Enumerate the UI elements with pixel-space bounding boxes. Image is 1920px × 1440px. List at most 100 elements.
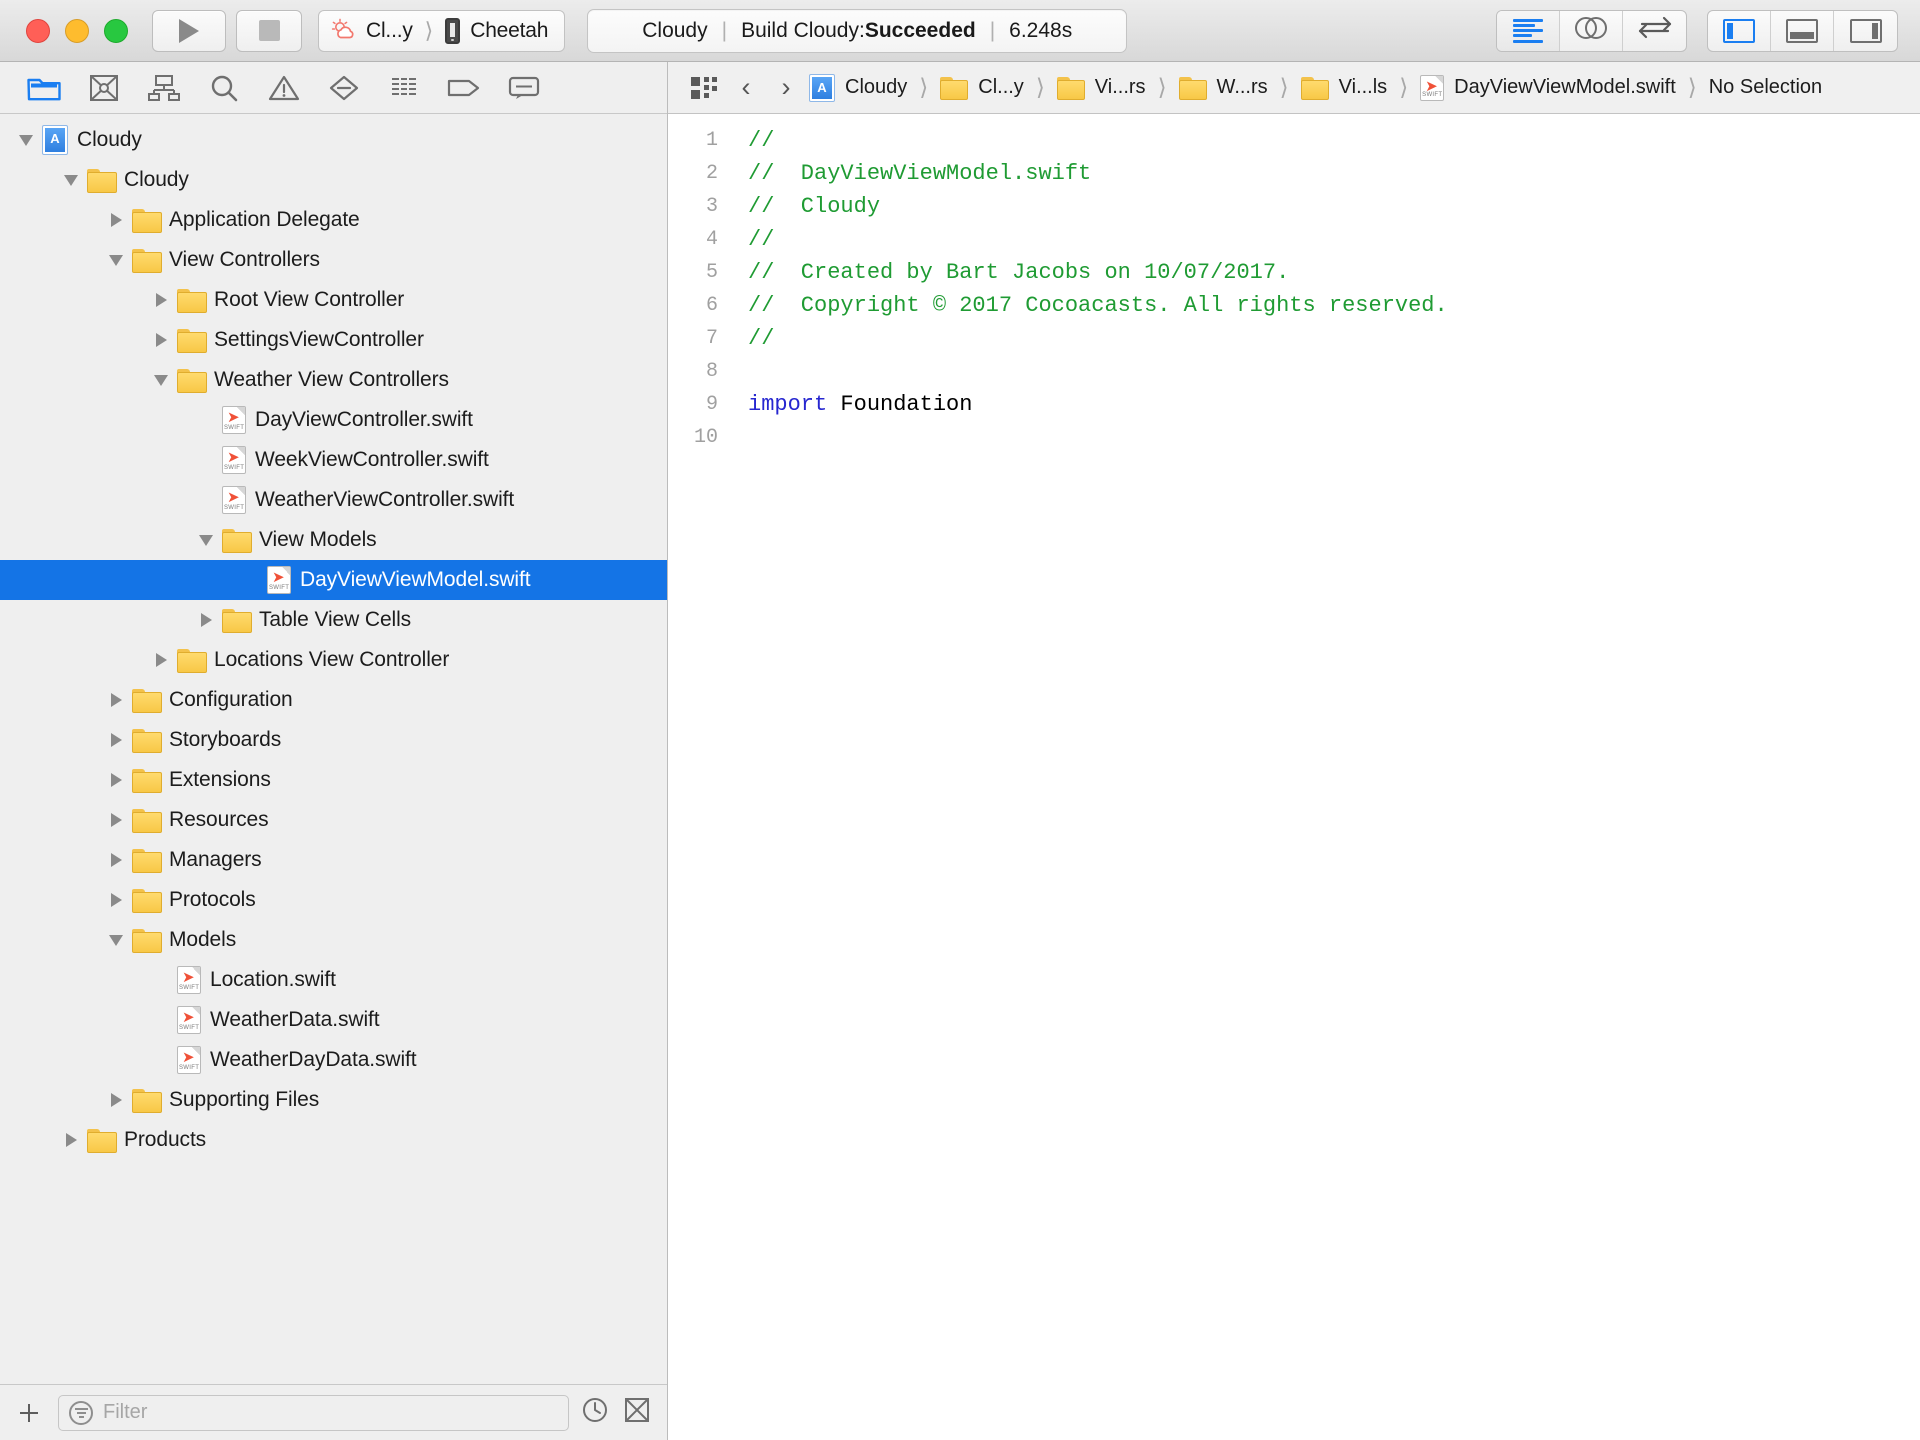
disclosure-triangle-closed-icon[interactable]: [194, 600, 218, 640]
tree-row[interactable]: Managers: [0, 840, 667, 880]
tree-row[interactable]: ➤ SWIFT WeekViewController.swift: [0, 440, 667, 480]
disclosure-triangle-closed-icon[interactable]: [149, 320, 173, 360]
tree-row[interactable]: Supporting Files: [0, 1080, 667, 1120]
disclosure-triangle-open-icon[interactable]: [59, 160, 83, 200]
tree-row[interactable]: Root View Controller: [0, 280, 667, 320]
tree-row[interactable]: Storyboards: [0, 720, 667, 760]
tree-row[interactable]: Locations View Controller: [0, 640, 667, 680]
debug-navigator-tab[interactable]: [374, 68, 434, 108]
disclosure-triangle-closed-icon[interactable]: [104, 880, 128, 920]
project-navigator-tab[interactable]: [14, 68, 74, 108]
tree-row[interactable]: Table View Cells: [0, 600, 667, 640]
tree-row[interactable]: Application Delegate: [0, 200, 667, 240]
tree-row[interactable]: Protocols: [0, 880, 667, 920]
assistant-editor-button[interactable]: [1560, 10, 1623, 51]
tree-row[interactable]: Cloudy: [0, 120, 667, 160]
disclosure-triangle-closed-icon[interactable]: [104, 840, 128, 880]
breadcrumb-item[interactable]: Cl...y: [937, 76, 1027, 100]
breadcrumb-item[interactable]: No Selection: [1706, 76, 1825, 99]
standard-editor-button[interactable]: [1497, 10, 1560, 51]
breadcrumb-item[interactable]: Cloudy: [806, 73, 910, 102]
breadcrumb-label: DayViewViewModel.swift: [1454, 76, 1676, 98]
report-navigator-tab[interactable]: [494, 68, 554, 108]
disclosure-triangle-open-icon[interactable]: [149, 360, 173, 400]
disclosure-triangle-closed-icon[interactable]: [104, 1080, 128, 1120]
breadcrumb-item[interactable]: Vi...rs: [1054, 76, 1149, 100]
recent-files-icon[interactable]: [581, 1396, 609, 1429]
test-navigator-tab[interactable]: [314, 68, 374, 108]
breadcrumb-item[interactable]: W...rs: [1176, 76, 1271, 100]
folder-icon: [177, 649, 207, 673]
tree-row[interactable]: Products: [0, 1120, 667, 1160]
code-content[interactable]: // // DayViewViewModel.swift // Cloudy // //…: [730, 124, 1920, 1440]
tree-row-selected[interactable]: ➤ SWIFT DayViewViewModel.swift: [0, 560, 667, 600]
tree-row-label: Application Delegate: [169, 208, 360, 231]
minimize-button[interactable]: [65, 18, 89, 43]
navigator-toggle-button[interactable]: [1708, 10, 1771, 51]
tree-row[interactable]: Extensions: [0, 760, 667, 800]
disclosure-triangle-closed-icon[interactable]: [104, 760, 128, 800]
source-control-status-icon[interactable]: [623, 1396, 651, 1429]
disclosure-triangle-open-icon[interactable]: [104, 920, 128, 960]
breadcrumb[interactable]: Cloudy ⟩ Cl...y ⟩ Vi...rs ⟩ W...rs ⟩ Vi...ls ⟩ ➤SW…: [806, 73, 1825, 102]
related-items-icon[interactable]: [682, 74, 726, 102]
disclosure-triangle-open-icon[interactable]: [14, 120, 38, 160]
disclosure-triangle-open-icon[interactable]: [194, 520, 218, 560]
tree-row-label: WeekViewController.swift: [255, 448, 489, 471]
debug-toggle-button[interactable]: [1771, 10, 1834, 51]
disclosure-triangle-open-icon[interactable]: [104, 240, 128, 280]
tree-row-label: DayViewController.swift: [255, 408, 473, 431]
tree-row[interactable]: View Controllers: [0, 240, 667, 280]
stop-button[interactable]: [236, 9, 302, 52]
line-number: 4: [705, 228, 718, 251]
code-token: Foundation: [827, 392, 973, 417]
find-navigator-tab[interactable]: [194, 68, 254, 108]
tree-row[interactable]: ➤ SWIFT DayViewController.swift: [0, 400, 667, 440]
disclosure-triangle-closed-icon[interactable]: [104, 200, 128, 240]
tree-row[interactable]: ➤ SWIFT WeatherData.swift: [0, 1000, 667, 1040]
tree-row[interactable]: Configuration: [0, 680, 667, 720]
disclosure-triangle-closed-icon[interactable]: [104, 800, 128, 840]
utilities-toggle-button[interactable]: [1834, 11, 1897, 51]
disclosure-triangle-closed-icon[interactable]: [149, 640, 173, 680]
tree-row[interactable]: Resources: [0, 800, 667, 840]
filter-placeholder: Filter: [103, 1401, 148, 1423]
source-code-editor[interactable]: 1 2 3 4 5 6 7 8 9 10 //// DayViewViewModel.swift /…: [668, 114, 1920, 1440]
tree-row-label: View Models: [259, 528, 377, 551]
issue-navigator-tab[interactable]: [254, 68, 314, 108]
disclosure-triangle-closed-icon[interactable]: [149, 280, 173, 320]
source-control-navigator-tab[interactable]: [74, 68, 134, 108]
close-button[interactable]: [26, 18, 50, 43]
tree-row[interactable]: Models: [0, 920, 667, 960]
activity-status-bar[interactable]: Cloudy | Build Cloudy: Succeeded | 6.248…: [587, 8, 1128, 53]
tree-row[interactable]: Weather View Controllers: [0, 360, 667, 400]
filter-input[interactable]: Filter: [58, 1394, 569, 1431]
tree-row[interactable]: View Models: [0, 520, 667, 560]
scheme-selector[interactable]: Cl...y ⟩ Cheetah: [318, 9, 566, 52]
back-button[interactable]: ‹: [726, 72, 766, 103]
project-navigator-tree[interactable]: Cloudy Cloudy Application Delegate View Con…: [0, 114, 667, 1384]
tree-row[interactable]: ➤ SWIFT WeatherDayData.swift: [0, 1040, 667, 1080]
breadcrumb-item[interactable]: ➤ SWIFT DayViewViewModel.swift: [1417, 74, 1679, 101]
tree-row[interactable]: Cloudy: [0, 160, 667, 200]
forward-button[interactable]: ›: [766, 72, 806, 103]
run-button[interactable]: [152, 9, 226, 52]
breadcrumb-separator-icon: ⟩: [1035, 74, 1045, 100]
disclosure-triangle-closed-icon[interactable]: [104, 680, 128, 720]
disclosure-triangle-closed-icon[interactable]: [59, 1120, 83, 1160]
disclosure-triangle-closed-icon[interactable]: [104, 720, 128, 760]
tree-row[interactable]: SettingsViewController: [0, 320, 667, 360]
line-number: 2: [705, 162, 718, 185]
version-editor-button[interactable]: [1623, 11, 1686, 51]
tree-row-label: Products: [124, 1128, 207, 1151]
stop-icon: [258, 20, 280, 41]
symbol-navigator-tab[interactable]: [134, 68, 194, 108]
tree-row[interactable]: ➤ SWIFT Location.swift: [0, 960, 667, 1000]
breadcrumb-item[interactable]: Vi...ls: [1298, 76, 1391, 100]
tree-row[interactable]: ➤ SWIFT WeatherViewController.swift: [0, 480, 667, 520]
zoom-button[interactable]: [104, 18, 128, 43]
folder-icon: [222, 529, 252, 553]
breakpoint-navigator-tab[interactable]: [434, 68, 494, 108]
add-file-button[interactable]: [12, 1396, 46, 1430]
